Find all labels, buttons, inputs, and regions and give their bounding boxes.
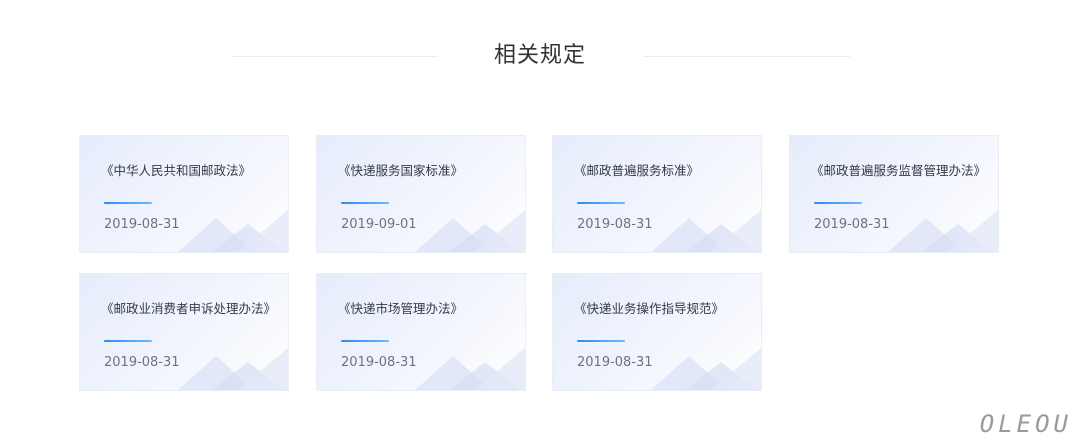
regulation-card[interactable]: 《快递服务国家标准》 2019-09-01 [316,135,526,253]
header-divider-left [232,56,438,57]
card-date: 2019-08-31 [577,355,653,370]
card-accent-bar [577,202,625,204]
card-date: 2019-08-31 [104,217,180,232]
card-date: 2019-09-01 [341,217,417,232]
card-accent-bar [341,340,389,342]
card-accent-bar [814,202,862,204]
card-accent-bar [104,202,152,204]
card-title[interactable]: 《快递服务国家标准》 [338,162,463,180]
card-accent-bar [104,340,152,342]
mountain-shapes-icon [651,348,761,390]
card-title[interactable]: 《快递业务操作指导规范》 [574,300,724,318]
page: 相关规定 《中华人民共和国邮政法》 2019-08-31 《快递服务国家标准》 … [0,0,1080,443]
regulation-card[interactable]: 《快递市场管理办法》 2019-08-31 [316,273,526,391]
card-title[interactable]: 《邮政普遍服务标准》 [574,162,699,180]
card-title[interactable]: 《中华人民共和国邮政法》 [101,162,251,180]
card-date: 2019-08-31 [577,217,653,232]
card-date: 2019-08-31 [104,355,180,370]
mountain-shapes-icon [888,210,998,252]
mountain-shapes-icon [651,210,761,252]
regulation-card[interactable]: 《邮政普遍服务标准》 2019-08-31 [552,135,762,253]
card-title[interactable]: 《邮政业消费者申诉处理办法》 [101,300,276,318]
card-date: 2019-08-31 [341,355,417,370]
regulation-card[interactable]: 《邮政普遍服务监督管理办法》 2019-08-31 [789,135,999,253]
header-divider-right [644,56,850,57]
card-accent-bar [341,202,389,204]
mountain-shapes-icon [178,210,288,252]
regulation-card[interactable]: 《中华人民共和国邮政法》 2019-08-31 [79,135,289,253]
section-title: 相关规定 [493,43,586,68]
card-title[interactable]: 《快递市场管理办法》 [338,300,463,318]
regulation-card[interactable]: 《快递业务操作指导规范》 2019-08-31 [552,273,762,391]
section-header: 相关规定 [0,36,1080,76]
mountain-shapes-icon [178,348,288,390]
mountain-shapes-icon [415,348,525,390]
regulation-card[interactable]: 《邮政业消费者申诉处理办法》 2019-08-31 [79,273,289,391]
card-date: 2019-08-31 [814,217,890,232]
card-title[interactable]: 《邮政普遍服务监督管理办法》 [811,162,986,180]
card-accent-bar [577,340,625,342]
mountain-shapes-icon [415,210,525,252]
watermark-logo: OLEOU [979,410,1072,438]
